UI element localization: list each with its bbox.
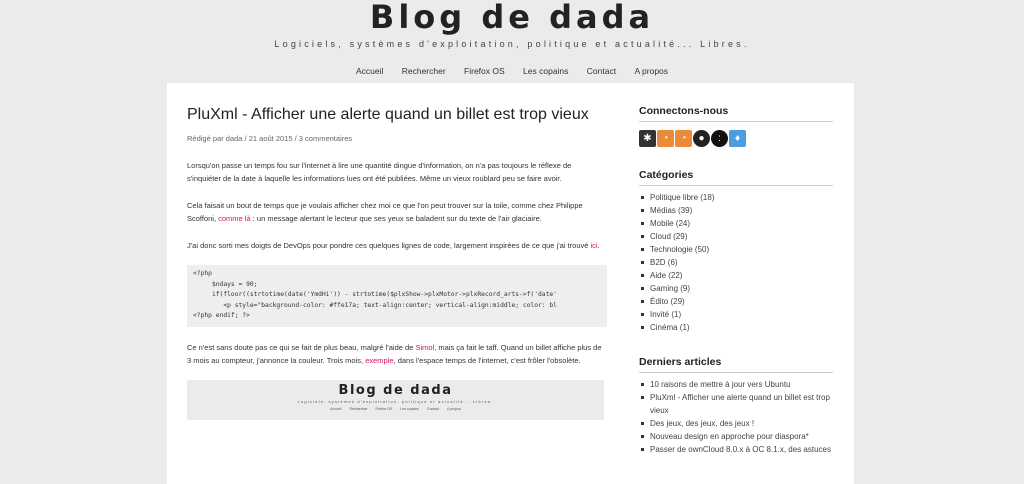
github-icon[interactable]: ● xyxy=(693,130,710,147)
category-list: Politique libre (18) Médias (39) Mobile … xyxy=(639,191,833,334)
category-item[interactable]: Aide (22) xyxy=(639,269,833,282)
sidebar: Connectons-nous ✱ ◔ ◔ ● : ♦ Catégories P… xyxy=(639,105,833,456)
post: PluXml - Afficher une alerte quand un bi… xyxy=(187,105,607,420)
category-item[interactable]: Médias (39) xyxy=(639,204,833,217)
embed-title: Blog de dada xyxy=(338,383,453,398)
rss-icon[interactable]: ◔ xyxy=(657,130,674,147)
widget-title: Derniers articles xyxy=(639,356,833,373)
paragraph-text: Ce n'est sans doute pas ce qui se fait d… xyxy=(187,343,416,352)
link-comme-la[interactable]: comme là xyxy=(218,214,251,223)
category-item[interactable]: Gaming (9) xyxy=(639,282,833,295)
link-exemple[interactable]: exemple xyxy=(365,356,393,365)
post-meta: Rédigé par dada / 21 août 2015 / 3 comme… xyxy=(187,134,607,143)
post-title[interactable]: PluXml - Afficher une alerte quand un bi… xyxy=(187,105,607,124)
meta-prefix: Rédigé par xyxy=(187,134,226,143)
embed-tagline: Logiciels, systèmes d'exploitation, poli… xyxy=(297,399,494,404)
widget-title: Catégories xyxy=(639,169,833,186)
embed-nav-item: Contact xyxy=(426,407,440,411)
site-header: Blog de dada Logiciels, systèmes d'explo… xyxy=(0,0,1024,50)
embed-nav-item: Accueil xyxy=(330,407,342,411)
diaspora-icon[interactable]: ✱ xyxy=(639,130,656,147)
embed-nav-item: Les copains xyxy=(400,407,419,411)
nav-contact[interactable]: Contact xyxy=(587,66,616,76)
screenshot-image: Blog de dada Logiciels, systèmes d'explo… xyxy=(187,380,604,420)
post-author-link[interactable]: dada xyxy=(226,134,243,143)
paragraph: J'ai donc sorti mes doigts de DevOps pou… xyxy=(187,239,607,252)
site-tagline: Logiciels, systèmes d'exploitation, poli… xyxy=(274,39,750,49)
paragraph-text: : un message alertant le lecteur que ses… xyxy=(250,214,542,223)
embed-nav-item: A propos xyxy=(447,407,461,411)
post-date: 21 août 2015 xyxy=(248,134,293,143)
twitter-icon[interactable]: ♦ xyxy=(729,130,746,147)
nav-rechercher[interactable]: Rechercher xyxy=(402,66,446,76)
widget-categories: Catégories Politique libre (18) Médias (… xyxy=(639,169,833,334)
recent-article[interactable]: Nouveau design en approche pour diaspora… xyxy=(639,430,833,443)
recent-article[interactable]: Des jeux, des jeux, des jeux ! xyxy=(639,417,833,430)
category-item[interactable]: Invité (1) xyxy=(639,308,833,321)
mastodon-icon[interactable]: : xyxy=(711,130,728,147)
category-item[interactable]: Politique libre (18) xyxy=(639,191,833,204)
category-item[interactable]: Cinéma (1) xyxy=(639,321,833,334)
widget-recent: Derniers articles 10 raisons de mettre à… xyxy=(639,356,833,456)
paragraph: Lorsqu'on passe un temps fou sur l'inter… xyxy=(187,161,572,183)
widget-connect: Connectons-nous ✱ ◔ ◔ ● : ♦ xyxy=(639,105,833,147)
link-simol[interactable]: Simol xyxy=(415,343,434,352)
nav-a-propos[interactable]: A propos xyxy=(634,66,668,76)
paragraph: Cela faisait un bout de temps que je vou… xyxy=(187,199,607,225)
recent-list: 10 raisons de mettre à jour vers Ubuntu … xyxy=(639,378,833,456)
social-icons: ✱ ◔ ◔ ● : ♦ xyxy=(639,130,833,147)
nav-firefox-os[interactable]: Firefox OS xyxy=(464,66,505,76)
rss-comments-icon[interactable]: ◔ xyxy=(675,130,692,147)
paragraph-text: . xyxy=(597,241,600,250)
category-item[interactable]: Cloud (29) xyxy=(639,230,833,243)
post-body: Lorsqu'on passe un temps fou sur l'inter… xyxy=(187,159,607,420)
main-nav: Accueil Rechercher Firefox OS Les copain… xyxy=(0,66,1024,76)
post-comments-link[interactable]: 3 commentaires xyxy=(299,134,352,143)
embed-nav-item: Rechercher xyxy=(349,407,368,411)
recent-article[interactable]: PluXml - Afficher une alerte quand un bi… xyxy=(639,391,833,417)
content-container: PluXml - Afficher une alerte quand un bi… xyxy=(167,83,854,484)
paragraph-text: J'ai donc sorti mes doigts de DevOps pou… xyxy=(187,241,591,250)
nav-les-copains[interactable]: Les copains xyxy=(523,66,568,76)
nav-accueil[interactable]: Accueil xyxy=(356,66,383,76)
link-ici[interactable]: ici xyxy=(591,241,598,250)
site-title[interactable]: Blog de dada xyxy=(0,0,1024,34)
embed-nav-item: Firefox OS xyxy=(375,407,393,411)
category-item[interactable]: B2D (6) xyxy=(639,256,833,269)
category-item[interactable]: Édito (29) xyxy=(639,295,833,308)
paragraph-text: , dans l'espace temps de l'internet, c'e… xyxy=(393,356,581,365)
paragraph: Ce n'est sans doute pas ce qui se fait d… xyxy=(187,341,607,367)
code-block[interactable]: <?php $ndays = 90; if(floor((strtotime(d… xyxy=(187,265,607,327)
widget-title: Connectons-nous xyxy=(639,105,833,122)
embed-nav: Accueil Rechercher Firefox OS Les copains Co… xyxy=(187,407,604,411)
recent-article[interactable]: 10 raisons de mettre à jour vers Ubuntu xyxy=(639,378,833,391)
category-item[interactable]: Mobile (24) xyxy=(639,217,833,230)
category-item[interactable]: Technologie (50) xyxy=(639,243,833,256)
recent-article[interactable]: Passer de ownCloud 8.0.x à OC 8.1.x, des… xyxy=(639,443,833,456)
